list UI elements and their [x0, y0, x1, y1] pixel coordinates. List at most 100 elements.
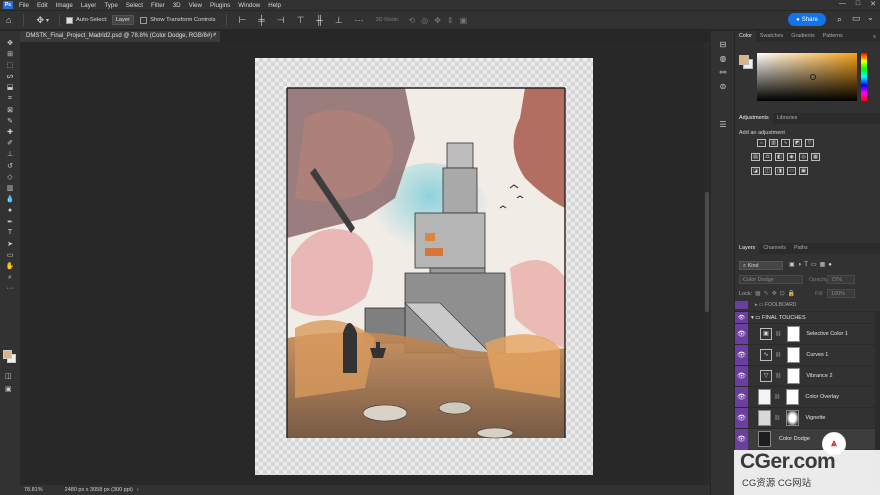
healing-brush-tool-icon[interactable]: ✚ — [0, 127, 20, 138]
menu-help[interactable]: Help — [268, 2, 281, 9]
history-brush-tool-icon[interactable]: ↺ — [0, 160, 20, 171]
menu-plugins[interactable]: Plugins — [210, 2, 230, 9]
search-icon[interactable]: ⌕ — [837, 14, 842, 25]
zoom-tool-icon[interactable]: ⌕ — [0, 272, 20, 283]
tab-layers[interactable]: Layers — [735, 243, 760, 254]
layer-mask-thumb[interactable] — [787, 368, 801, 384]
show-transform-checkbox[interactable] — [140, 16, 148, 24]
group-row-final-touches[interactable]: 👁 ▾ ▭ FINAL TOUCHES — [735, 311, 875, 324]
blend-mode-select[interactable]: Color Dodge — [739, 275, 803, 284]
properties-panel-icon[interactable]: ◍ — [711, 51, 735, 65]
vibrance-icon[interactable]: ▽ — [805, 139, 814, 147]
visibility-eye-icon[interactable]: 👁 — [735, 428, 748, 450]
hand-tool-icon[interactable]: ✋ — [0, 261, 20, 272]
opacity-input[interactable]: 72% — [827, 275, 855, 284]
color-field[interactable] — [757, 53, 857, 101]
crop-tool-icon[interactable]: ⌗ — [0, 93, 20, 104]
photo-filter-icon[interactable]: ◉ — [787, 153, 796, 161]
close-tab-icon[interactable]: × — [212, 31, 216, 42]
menu-layer[interactable]: Layer — [81, 2, 96, 9]
layer-row[interactable]: 👁 ⛓ Color Overlay — [735, 386, 875, 408]
tab-gradients[interactable]: Gradients — [787, 31, 818, 42]
visibility-eye-icon[interactable]: 👁 — [735, 323, 748, 345]
tab-color[interactable]: Color — [735, 31, 756, 42]
menu-select[interactable]: Select — [126, 2, 143, 9]
lasso-tool-icon[interactable]: ᔕ — [0, 71, 20, 82]
auto-select-checkbox[interactable] — [66, 16, 73, 24]
quick-mask-icon[interactable]: ◫ — [5, 372, 12, 380]
layer-mask-thumb[interactable] — [787, 326, 801, 342]
align-center-icon[interactable]: ╪ — [258, 15, 264, 25]
layer-row[interactable]: 👁 ▽ ⛓ Vibrance 2 — [735, 365, 875, 387]
lock-icons[interactable]: ▦✎✥⊡🔒 — [755, 290, 798, 297]
screen-mode-icon[interactable]: ▣ — [5, 385, 12, 393]
visibility-eye-icon[interactable]: 👁 — [735, 365, 748, 387]
gradient-map-icon[interactable]: ▭ — [787, 167, 796, 175]
3d-scale-icon[interactable]: ▣ — [460, 16, 468, 25]
menu-3d[interactable]: 3D — [173, 2, 181, 9]
character-panel-icon[interactable]: ⊜ — [711, 79, 735, 93]
menu-type[interactable]: Type — [104, 2, 117, 9]
foreground-color-chip[interactable] — [739, 55, 749, 65]
menu-image[interactable]: Image — [56, 2, 73, 9]
chevron-down-icon[interactable]: ⌄ — [867, 13, 874, 22]
share-button[interactable]: ● Share — [788, 13, 826, 26]
document-tab[interactable]: DMSTK_Final_Project_Madrid2.psd @ 78.8% … — [20, 31, 220, 42]
move-tool-icon[interactable]: ✥ — [36, 15, 44, 26]
menu-window[interactable]: Window — [238, 2, 260, 9]
align-middle-icon[interactable]: ╫ — [316, 15, 322, 25]
black-white-icon[interactable]: ◧ — [775, 153, 784, 161]
artboard-tool-icon[interactable]: ⊞ — [0, 48, 20, 59]
posterize-icon[interactable]: ◫ — [763, 167, 772, 175]
align-bottom-icon[interactable]: ⊥ — [335, 15, 343, 26]
brightness-icon[interactable]: ☼ — [757, 139, 766, 147]
tab-channels[interactable]: Channels — [759, 243, 790, 254]
panel-menu-icon[interactable]: ≡ — [873, 34, 876, 40]
frame-tool-icon[interactable]: ⊠ — [0, 104, 20, 115]
color-balance-icon[interactable]: ⚖ — [763, 153, 772, 161]
more-options-icon[interactable]: ··· — [355, 15, 364, 25]
channel-mixer-icon[interactable]: ◎ — [799, 153, 808, 161]
align-left-icon[interactable]: ⊢ — [239, 15, 247, 26]
marquee-tool-icon[interactable]: ⬚ — [0, 59, 20, 70]
3d-pan-icon[interactable]: ✥ — [434, 16, 441, 25]
hue-saturation-icon[interactable]: ▤ — [751, 153, 760, 161]
layer-row[interactable]: 👁 ⛓ Vignette — [735, 407, 875, 429]
layer-mask-thumb[interactable] — [787, 347, 801, 363]
visibility-eye-icon[interactable]: 👁 — [735, 386, 748, 408]
layer-thumb[interactable] — [758, 389, 771, 405]
menu-view[interactable]: View — [189, 2, 202, 9]
fill-input[interactable]: 100% — [827, 289, 855, 298]
threshold-icon[interactable]: ◨ — [775, 167, 784, 175]
color-lookup-icon[interactable]: ▦ — [811, 153, 820, 161]
rectangle-tool-icon[interactable]: ▭ — [0, 250, 20, 261]
document-canvas[interactable] — [255, 58, 593, 475]
type-tool-icon[interactable]: T — [0, 227, 20, 238]
chevron-down-icon[interactable]: ▾ — [46, 17, 49, 24]
group-row-foolboard[interactable]: ▸ ▭ FOOLBOARD — [735, 301, 875, 309]
layer-thumb[interactable] — [758, 431, 771, 447]
visibility-eye-icon[interactable] — [735, 301, 748, 309]
align-right-icon[interactable]: ⊣ — [277, 15, 285, 26]
workspace-icon[interactable]: ▭ — [852, 13, 861, 24]
home-icon[interactable]: ⌂ — [6, 15, 11, 25]
menu-filter[interactable]: Filter — [151, 2, 165, 9]
tab-adjustments[interactable]: Adjustments — [735, 113, 773, 124]
levels-icon[interactable]: ▥ — [769, 139, 778, 147]
3d-slide-icon[interactable]: ⇕ — [447, 16, 454, 25]
3d-roll-icon[interactable]: ◎ — [421, 16, 428, 25]
layer-mask-thumb[interactable] — [786, 389, 800, 405]
clone-stamp-tool-icon[interactable]: ⊥ — [0, 149, 20, 160]
tab-swatches[interactable]: Swatches — [756, 31, 787, 42]
maximize-button[interactable]: □ — [856, 0, 860, 8]
color-picker-handle[interactable] — [810, 74, 816, 80]
exposure-icon[interactable]: ◩ — [793, 139, 802, 147]
adjust-panel-icon[interactable]: ☰ — [711, 117, 735, 131]
visibility-eye-icon[interactable]: 👁 — [735, 407, 748, 429]
path-select-tool-icon[interactable]: ➤ — [0, 238, 20, 249]
blur-tool-icon[interactable]: 💧 — [0, 194, 20, 205]
auto-select-dropdown[interactable]: Layer — [111, 15, 135, 25]
foreground-color-swatch[interactable] — [3, 350, 12, 359]
pen-tool-icon[interactable]: ✒ — [0, 216, 20, 227]
object-select-tool-icon[interactable]: ⬓ — [0, 82, 20, 93]
